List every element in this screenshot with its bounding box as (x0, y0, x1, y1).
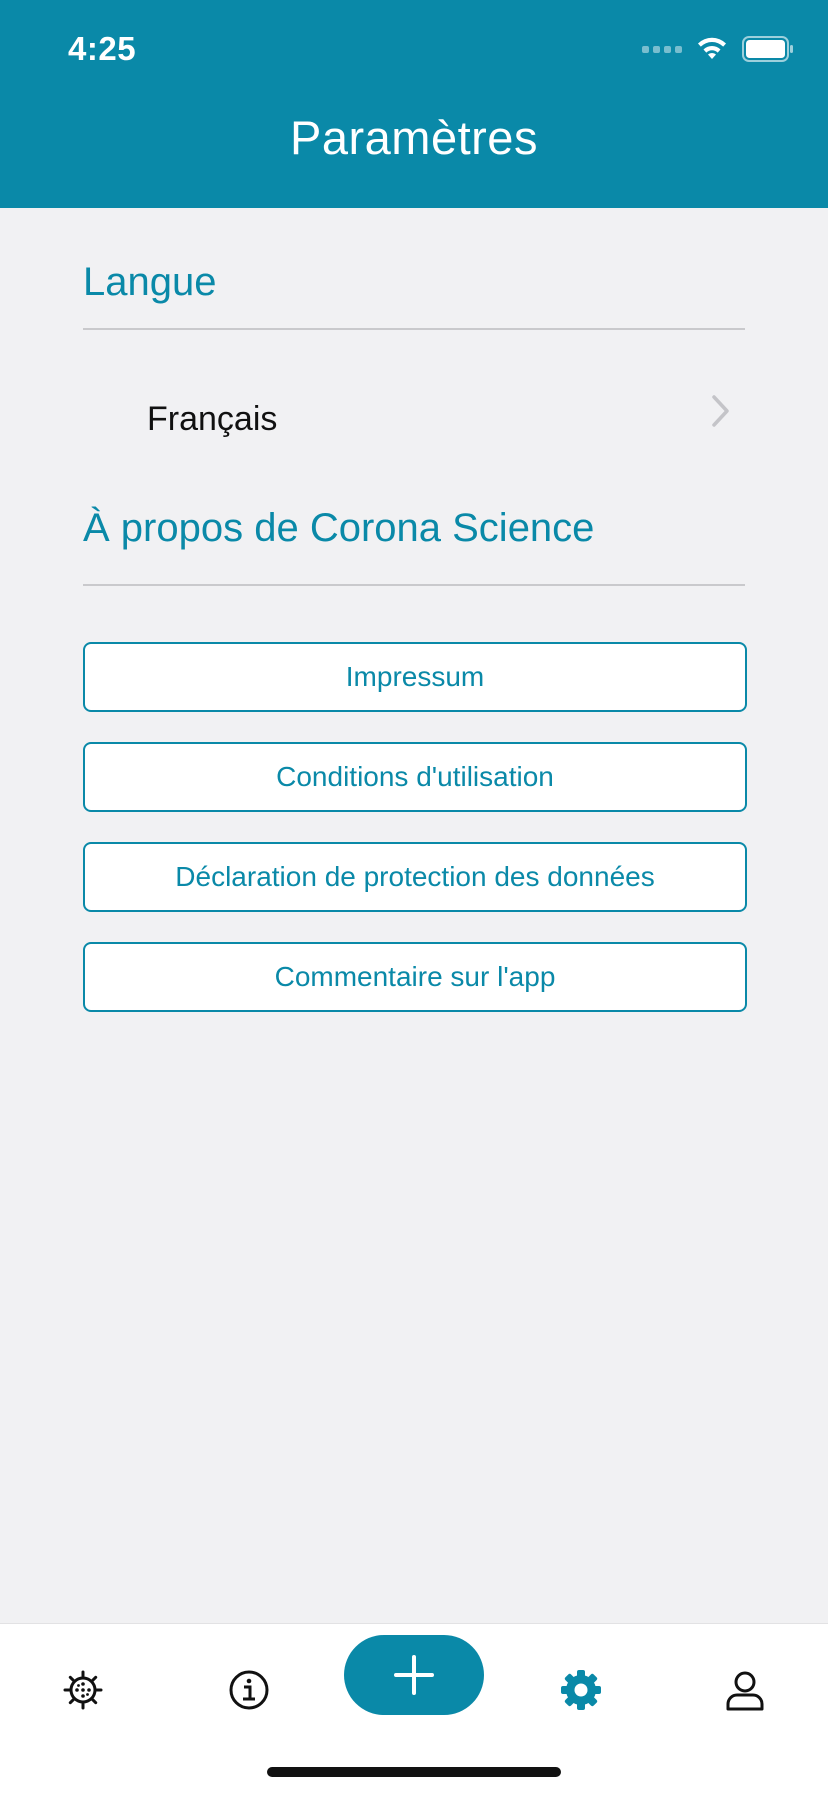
cellular-signal-icon (642, 45, 682, 53)
info-icon (229, 1670, 269, 1710)
selected-language-label: Français (147, 400, 278, 438)
impressum-button[interactable]: Impressum (83, 642, 747, 712)
tab-settings[interactable] (551, 1660, 611, 1720)
status-icons (642, 36, 794, 62)
add-button[interactable] (344, 1635, 484, 1715)
app-feedback-button[interactable]: Commentaire sur l'app (83, 942, 747, 1012)
home-indicator (267, 1767, 561, 1777)
virus-icon (63, 1670, 103, 1710)
about-section-title: À propos de Corona Science (83, 506, 595, 550)
tab-info[interactable] (219, 1660, 279, 1720)
wifi-icon (698, 37, 726, 59)
battery-icon (742, 36, 793, 62)
privacy-policy-button[interactable]: Déclaration de protection des données (83, 842, 747, 912)
terms-of-use-button[interactable]: Conditions d'utilisation (83, 742, 747, 812)
header-bar: 4:25 Paramètres (0, 0, 828, 208)
page-title: Paramètres (290, 111, 538, 164)
tab-virus[interactable] (53, 1660, 113, 1720)
tab-profile[interactable] (715, 1660, 775, 1720)
language-divider (83, 328, 745, 330)
add-icon (394, 1655, 434, 1695)
gear-icon (561, 1670, 601, 1710)
chevron-right-icon (712, 395, 729, 427)
settings-content: Langue Français À propos de Corona Scien… (0, 208, 828, 1064)
about-divider (83, 584, 745, 586)
status-time: 4:25 (68, 30, 137, 67)
language-section-title: Langue (83, 260, 217, 304)
user-icon (726, 1671, 764, 1711)
language-selector-row[interactable]: Français (83, 368, 745, 468)
